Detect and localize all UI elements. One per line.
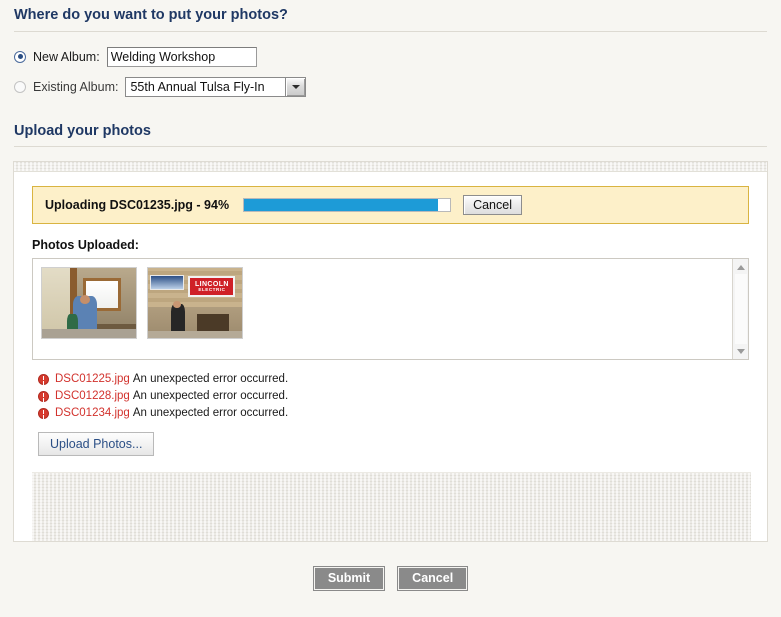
error-row: DSC01225.jpg An unexpected error occurre… (38, 371, 751, 387)
new-album-row[interactable]: New Album: (14, 42, 781, 72)
existing-album-select[interactable]: 55th Annual Tulsa Fly-In (125, 76, 307, 97)
error-icon (38, 407, 49, 419)
scroll-up-arrow-icon[interactable] (735, 261, 747, 273)
error-row: DSC01234.jpg An unexpected error occurre… (38, 405, 751, 421)
new-album-input[interactable] (106, 46, 257, 67)
upload-error-list: DSC01225.jpg An unexpected error occurre… (32, 360, 751, 421)
new-album-radio[interactable] (14, 50, 26, 63)
footer-actions: Submit Cancel (0, 566, 781, 591)
scroll-down-arrow-icon[interactable] (735, 345, 747, 357)
cancel-upload-button[interactable]: Cancel (463, 195, 522, 215)
lincoln-electric-sign: LINCOLN ELECTRIC (188, 276, 236, 298)
error-message: An unexpected error occurred. (132, 390, 289, 402)
thumbnail-list: LINCOLN ELECTRIC (33, 259, 732, 359)
thumbnail-1[interactable] (41, 267, 137, 339)
cancel-button[interactable]: Cancel (397, 566, 469, 591)
upload-panel-body: Uploading DSC01235.jpg - 94% Cancel Phot… (14, 172, 767, 541)
panel-texture-bottom (32, 472, 751, 541)
upload-progress-bar (243, 198, 452, 212)
upload-progress-text: Uploading DSC01235.jpg - 94% (45, 198, 230, 212)
scrollbar-track[interactable] (734, 274, 747, 344)
existing-album-label: Existing Album: (33, 79, 119, 94)
upload-progress-strip: Uploading DSC01235.jpg - 94% Cancel (32, 186, 749, 224)
error-file-name[interactable]: DSC01234.jpg (55, 407, 130, 419)
album-options: New Album: Existing Album: 55th Annual T… (0, 32, 781, 102)
error-file-name[interactable]: DSC01225.jpg (55, 373, 130, 385)
upload-progress-fill (244, 199, 438, 211)
upload-panel: Uploading DSC01235.jpg - 94% Cancel Phot… (13, 161, 768, 542)
error-icon (38, 373, 49, 385)
existing-album-row[interactable]: Existing Album: 55th Annual Tulsa Fly-In (14, 72, 781, 102)
error-row: DSC01228.jpg An unexpected error occurre… (38, 388, 751, 404)
submit-button[interactable]: Submit (312, 566, 386, 591)
photos-scrollbar[interactable] (732, 259, 748, 359)
new-album-label: New Album: (33, 49, 100, 64)
error-icon (38, 390, 49, 402)
upload-photos-button[interactable]: Upload Photos... (38, 432, 155, 456)
photos-uploaded-label: Photos Uploaded: (32, 238, 139, 252)
existing-album-selected-value: 55th Annual Tulsa Fly-In (130, 79, 265, 94)
error-message: An unexpected error occurred. (132, 407, 289, 419)
upload-heading: Upload your photos (14, 122, 151, 139)
error-file-name[interactable]: DSC01228.jpg (55, 390, 130, 402)
panel-texture-top (14, 162, 767, 172)
thumbnail-2[interactable]: LINCOLN ELECTRIC (147, 267, 243, 339)
upload-section: Upload your photos Uploading DSC01235.jp… (0, 102, 781, 542)
sign-line-2: ELECTRIC (198, 287, 226, 293)
upload-heading-divider (14, 146, 767, 147)
error-message: An unexpected error occurred. (132, 373, 289, 385)
chevron-down-icon[interactable] (285, 77, 306, 96)
photos-uploaded-box: LINCOLN ELECTRIC (32, 258, 749, 360)
page-title: Where do you want to put your photos? (14, 7, 288, 23)
destination-section: Where do you want to put your photos? Ne… (0, 0, 781, 102)
existing-album-radio[interactable] (14, 80, 26, 93)
